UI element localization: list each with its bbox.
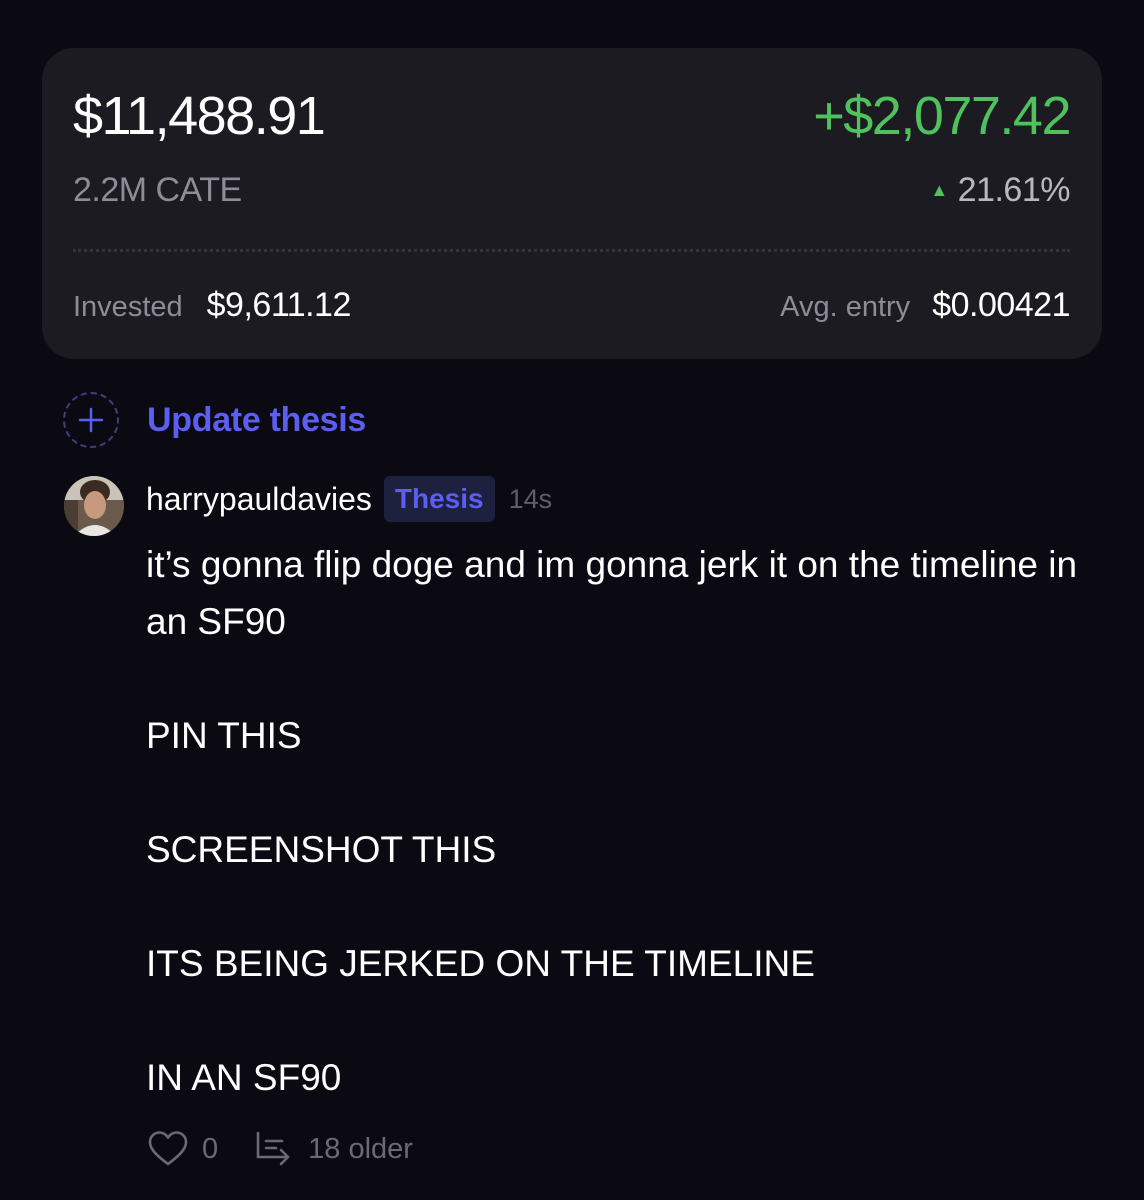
invested-stat: Invested $9,611.12: [73, 286, 351, 325]
triangle-up-icon: ▲: [930, 180, 948, 200]
post-timestamp: 14s: [508, 483, 553, 514]
post-actions: 0 18 older: [148, 1127, 413, 1171]
invested-value: $9,611.12: [206, 286, 352, 324]
avg-entry-stat: Avg. entry $0.00421: [780, 286, 1070, 325]
older-count: 18 older: [308, 1132, 413, 1165]
avatar-image: [64, 476, 124, 536]
post-paragraph: SCREENSHOT THIS: [146, 829, 497, 870]
holding-amount: 2.2M CATE: [73, 171, 242, 209]
avg-entry-value: $0.00421: [932, 286, 1070, 324]
pnl-amount: +$2,077.42: [813, 86, 1071, 146]
avg-entry-label: Avg. entry: [780, 291, 911, 323]
older-replies-button[interactable]: 18 older: [254, 1131, 413, 1167]
update-thesis-label: Update thesis: [147, 400, 367, 439]
dotted-divider: [73, 249, 1070, 252]
post-username[interactable]: harrypauldavies: [146, 481, 372, 518]
plus-circle: [63, 392, 119, 448]
pnl-percent-value: 21.61%: [957, 171, 1071, 209]
plus-icon: [78, 407, 104, 433]
user-avatar[interactable]: [64, 476, 124, 536]
heart-icon: [148, 1131, 188, 1166]
post-paragraph: it’s gonna flip doge and im gonna jerk i…: [146, 544, 1078, 642]
like-button[interactable]: 0: [148, 1130, 218, 1168]
pnl-percent: ▲ 21.61%: [930, 170, 1070, 210]
post-paragraph: PIN THIS: [146, 715, 302, 756]
post-header: harrypauldavies Thesis 14s: [146, 474, 552, 524]
position-card: $11,488.91 +$2,077.42 2.2M CATE ▲ 21.61%…: [42, 48, 1102, 359]
position-value: $11,488.91: [73, 86, 326, 146]
invested-label: Invested: [73, 291, 183, 323]
like-count: 0: [202, 1132, 219, 1165]
update-thesis-button[interactable]: Update thesis: [63, 392, 366, 448]
post-paragraph: ITS BEING JERKED ON THE TIMELINE: [146, 943, 815, 984]
thread-reply-icon: [256, 1131, 290, 1166]
post-body: it’s gonna flip doge and im gonna jerk i…: [146, 536, 1086, 1106]
post-paragraph: IN AN SF90: [146, 1057, 342, 1098]
thesis-badge: Thesis: [383, 476, 495, 522]
